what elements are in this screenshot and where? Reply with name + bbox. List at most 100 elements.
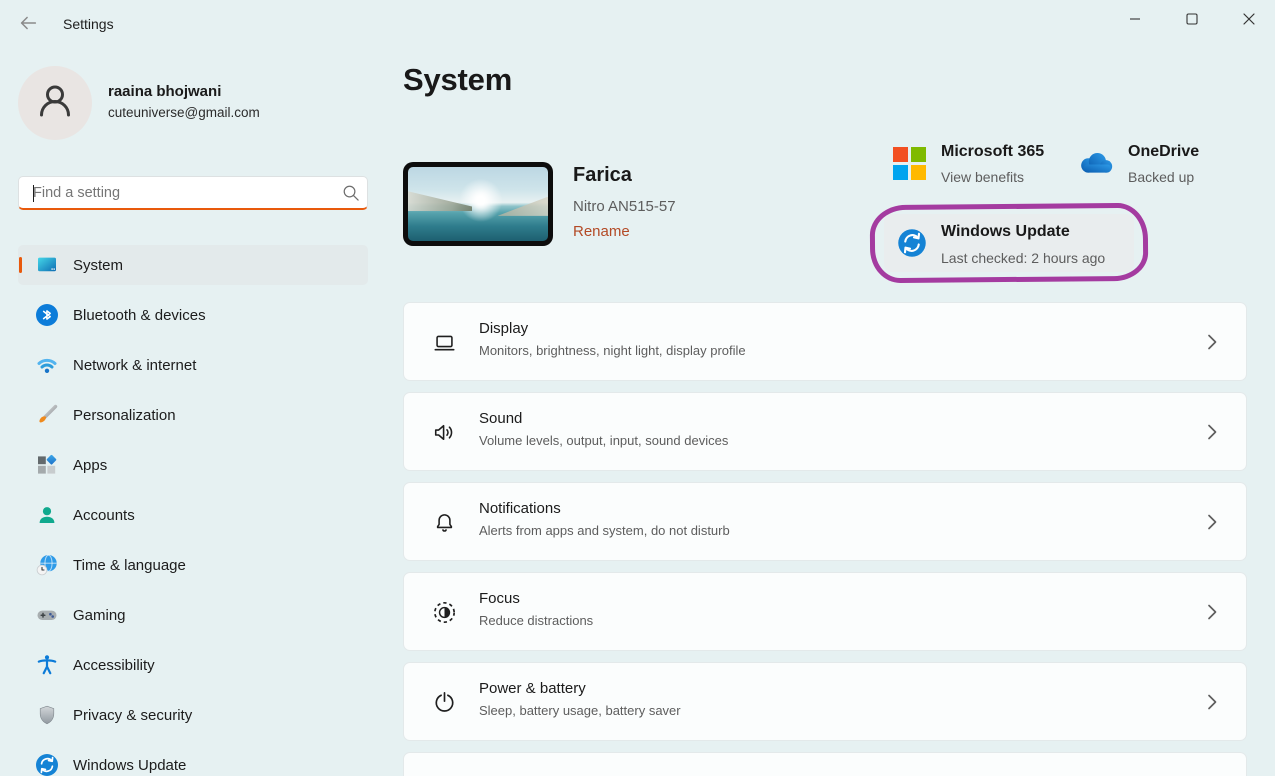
device-thumbnail	[403, 162, 553, 246]
sidebar-item-network-internet[interactable]: Network & internet	[18, 345, 368, 385]
microsoft-logo-blue-square	[893, 165, 908, 180]
profile-email: cuteuniverse@gmail.com	[108, 105, 260, 120]
sidebar-item-accessibility[interactable]: Accessibility	[18, 645, 368, 685]
sidebar-item-label: Accounts	[73, 507, 135, 524]
sidebar-item-gaming[interactable]: Gaming	[18, 595, 368, 635]
settings-row-focus[interactable]: Focus Reduce distractions	[403, 572, 1247, 651]
windows-update-icon	[35, 753, 59, 776]
system-icon	[35, 253, 59, 277]
person-icon	[33, 79, 77, 128]
onedrive-title[interactable]: OneDrive	[1128, 143, 1199, 161]
window-title: Settings	[63, 0, 114, 48]
microsoft-logo	[893, 147, 926, 180]
row-title: Power & battery	[479, 680, 586, 697]
page-title: System	[403, 62, 512, 98]
avatar[interactable]	[18, 66, 92, 140]
settings-row-sound[interactable]: Sound Volume levels, output, input, soun…	[403, 392, 1247, 471]
selected-accent-bar	[19, 257, 22, 273]
search-input[interactable]	[19, 185, 333, 201]
search-box[interactable]	[18, 176, 368, 210]
onedrive-subtitle: Backed up	[1128, 169, 1194, 185]
sidebar-item-privacy-security[interactable]: Privacy & security	[18, 695, 368, 735]
maximize-icon	[1186, 12, 1198, 30]
shield-icon	[35, 703, 59, 727]
sidebar-item-label: Time & language	[73, 557, 186, 574]
sidebar-item-time-language[interactable]: Time & language	[18, 545, 368, 585]
row-subtitle: Monitors, brightness, night light, displ…	[479, 343, 746, 358]
search-icon	[333, 183, 367, 202]
windows-update-icon	[897, 228, 927, 258]
onedrive-cloud-icon	[1074, 150, 1116, 182]
accessibility-person-icon	[35, 653, 59, 677]
titlebar: Settings	[0, 0, 1275, 48]
wifi-icon	[35, 353, 59, 377]
sidebar-item-label: Personalization	[73, 407, 176, 424]
minimize-icon	[1129, 12, 1141, 30]
display-icon	[431, 329, 458, 356]
chevron-right-icon	[1202, 332, 1222, 352]
close-icon	[1243, 12, 1255, 30]
microsoft-logo-yellow-square	[911, 165, 926, 180]
focus-icon	[431, 599, 458, 626]
chevron-right-icon	[1202, 422, 1222, 442]
microsoft365-title[interactable]: Microsoft 365	[941, 143, 1044, 161]
settings-row-notifications[interactable]: Notifications Alerts from apps and syste…	[403, 482, 1247, 561]
globe-clock-icon	[35, 553, 59, 577]
apps-icon	[35, 453, 59, 477]
sidebar-item-label: Privacy & security	[73, 707, 192, 724]
account-person-icon	[35, 503, 59, 527]
sidebar-item-label: System	[73, 257, 123, 274]
row-title: Sound	[479, 410, 522, 427]
settings-row-power-battery[interactable]: Power & battery Sleep, battery usage, ba…	[403, 662, 1247, 741]
sidebar-item-label: Windows Update	[73, 757, 186, 774]
sidebar-item-label: Apps	[73, 457, 107, 474]
back-arrow-icon	[17, 12, 39, 39]
windows-update-tile[interactable]: Windows Update Last checked: 2 hours ago	[884, 214, 1134, 272]
sidebar-item-personalization[interactable]: Personalization	[18, 395, 368, 435]
sidebar-item-label: Accessibility	[73, 657, 155, 674]
sidebar-item-label: Bluetooth & devices	[73, 307, 206, 324]
profile-name: raaina bhojwani	[108, 83, 221, 100]
chevron-right-icon	[1202, 512, 1222, 532]
gamepad-icon	[35, 603, 59, 627]
row-title: Focus	[479, 590, 520, 607]
device-wallpaper	[408, 167, 548, 241]
minimize-button[interactable]	[1112, 0, 1158, 42]
sound-icon	[431, 419, 458, 446]
main-content: System Farica Nitro AN515-57 Rename Micr…	[390, 48, 1275, 776]
microsoft-logo-red-square	[893, 147, 908, 162]
sidebar-item-accounts[interactable]: Accounts	[18, 495, 368, 535]
paintbrush-icon	[35, 403, 59, 427]
back-button[interactable]	[14, 12, 42, 38]
power-icon	[431, 689, 458, 716]
windows-update-subtitle: Last checked: 2 hours ago	[941, 250, 1105, 266]
row-title: Notifications	[479, 500, 561, 517]
sidebar-item-label: Gaming	[73, 607, 126, 624]
bell-icon	[431, 509, 458, 536]
sidebar-item-label: Network & internet	[73, 357, 196, 374]
settings-row-display[interactable]: Display Monitors, brightness, night ligh…	[403, 302, 1247, 381]
microsoft-logo-green-square	[911, 147, 926, 162]
sidebar-item-windows-update[interactable]: Windows Update	[18, 745, 368, 776]
bluetooth-icon	[35, 303, 59, 327]
maximize-button[interactable]	[1169, 0, 1215, 42]
device-name: Farica	[573, 164, 632, 187]
device-model: Nitro AN515-57	[573, 198, 676, 215]
sidebar-item-apps[interactable]: Apps	[18, 445, 368, 485]
chevron-right-icon	[1202, 692, 1222, 712]
sidebar: raaina bhojwani cuteuniverse@gmail.com S…	[0, 48, 390, 776]
row-subtitle: Volume levels, output, input, sound devi…	[479, 433, 728, 448]
text-cursor	[33, 185, 34, 202]
row-subtitle: Alerts from apps and system, do not dist…	[479, 523, 730, 538]
row-subtitle: Reduce distractions	[479, 613, 593, 628]
sidebar-item-system[interactable]: System	[18, 245, 368, 285]
windows-update-title: Windows Update	[941, 223, 1070, 241]
row-subtitle: Sleep, battery usage, battery saver	[479, 703, 681, 718]
settings-row-partial[interactable]	[403, 752, 1247, 776]
rename-link[interactable]: Rename	[573, 223, 630, 240]
chevron-right-icon	[1202, 602, 1222, 622]
row-title: Display	[479, 320, 528, 337]
microsoft365-subtitle: View benefits	[941, 169, 1024, 185]
close-button[interactable]	[1226, 0, 1272, 42]
sidebar-item-bluetooth-devices[interactable]: Bluetooth & devices	[18, 295, 368, 335]
